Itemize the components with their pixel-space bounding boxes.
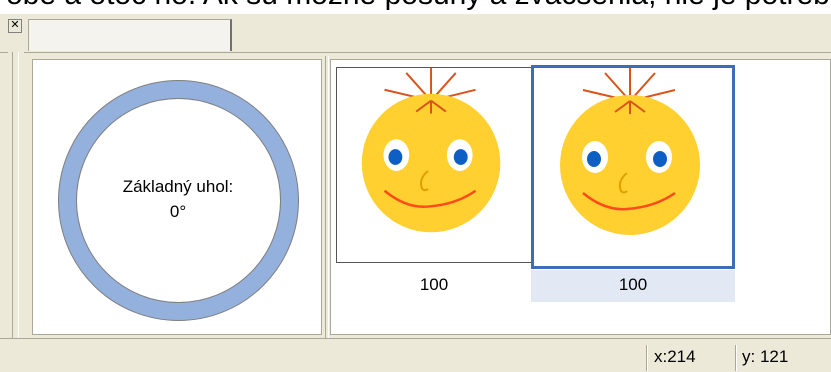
smiley-face-icon [560, 68, 700, 235]
thumbnail-item-selected[interactable] [531, 65, 735, 269]
thumbnail-caption-selected: 100 [531, 270, 735, 302]
status-y-coordinate: y: 121 [742, 347, 789, 366]
angle-panel: Základný uhol: 0° [32, 59, 322, 335]
chrome-line [18, 52, 19, 338]
angle-value: 0° [169, 202, 187, 221]
panel-splitter[interactable] [325, 56, 329, 338]
left-chrome [8, 52, 24, 338]
status-separator [735, 345, 737, 371]
close-icon: ✕ [10, 19, 20, 31]
thumbnail-caption: 100 [419, 275, 449, 294]
tab-bar: ✕ [0, 14, 831, 53]
angle-label: Základný uhol: [122, 177, 234, 196]
thumbnail-item[interactable] [336, 67, 532, 263]
top-text-strip: obe a otoč ho. Ak sú možné posuny a zväč… [0, 0, 831, 14]
content-area: Základný uhol: 0° 100 100 [28, 56, 831, 338]
tab-strip[interactable] [28, 19, 232, 51]
thumbnail-panel: 100 100 [330, 59, 831, 335]
angle-ring[interactable] [51, 73, 306, 328]
chrome-line [12, 52, 13, 338]
smiley-face-icon [361, 68, 501, 233]
status-bar: x:214 y: 121 [0, 338, 831, 372]
status-separator [646, 345, 648, 371]
status-x-coordinate: x:214 [654, 347, 696, 366]
close-button[interactable]: ✕ [8, 19, 22, 33]
top-strip-text: obe a otoč ho. Ak sú možné posuny a zväč… [6, 0, 831, 10]
